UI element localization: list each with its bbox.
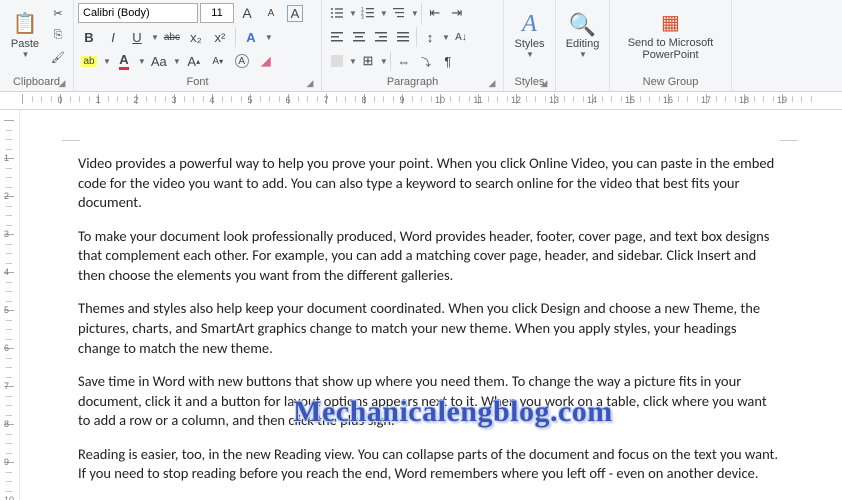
justify-button[interactable] — [392, 26, 414, 48]
shrink-font2[interactable]: A▾ — [207, 50, 229, 72]
group-editing: 🔍 Editing ▼ — [556, 0, 610, 91]
copy-button[interactable]: ⎘ — [48, 26, 68, 44]
boxed-a-icon: A — [287, 5, 304, 22]
font-size-combo[interactable] — [200, 3, 234, 23]
numbering-button[interactable]: 123 — [357, 2, 379, 24]
document-area: 1234567891011 Video provides a powerful … — [0, 110, 842, 500]
show-marks-button[interactable]: ¶ — [437, 50, 459, 72]
group-font: A A A B I U▼ abc x₂ x² A▼ ab▼ A▼ — [74, 0, 322, 91]
shrink-font-button[interactable]: A — [260, 2, 282, 24]
text-direction-button[interactable]: ⤵ — [415, 50, 437, 72]
find-icon: 🔍 — [569, 12, 596, 38]
group-paragraph: ▼ 123▼ ▼ ⇤ ⇥ ↕▼ A↓ ▼ — [322, 0, 504, 91]
group-newgroup: ▦ Send to Microsoft PowerPoint New Group — [610, 0, 732, 91]
align-right-button[interactable] — [370, 26, 392, 48]
font-group-label: Font — [186, 76, 208, 88]
styles-button[interactable]: A Styles ▼ — [509, 2, 551, 68]
copy-icon: ⎘ — [54, 29, 63, 42]
editing-label: Editing — [566, 38, 600, 50]
bold-button[interactable]: B — [78, 26, 100, 48]
subscript-button[interactable]: x₂ — [185, 26, 207, 48]
clipboard-launcher[interactable]: ◢ — [57, 78, 67, 88]
sort-button[interactable]: A↓ — [450, 26, 472, 48]
grow-font-button[interactable]: A — [236, 2, 258, 24]
clipboard-group-label: Clipboard — [13, 76, 60, 88]
align-left-button[interactable] — [326, 26, 348, 48]
distribute-button[interactable]: ⇔ — [393, 50, 415, 72]
format-painter-button[interactable]: 🖌 — [48, 48, 68, 66]
highlight-button[interactable]: ab — [78, 50, 100, 72]
editing-button[interactable]: 🔍 Editing ▼ — [560, 2, 606, 68]
bullets-button[interactable] — [326, 2, 348, 24]
horizontal-ruler[interactable]: 012345678910111213141516171819 — [0, 92, 842, 110]
powerpoint-icon: ▦ — [661, 10, 680, 35]
styles-label: Styles — [515, 38, 545, 50]
paste-button[interactable]: 📋 Paste ▼ — [4, 2, 46, 68]
paragraph-1[interactable]: Video provides a powerful way to help yo… — [78, 154, 782, 213]
superscript-button[interactable]: x² — [209, 26, 231, 48]
multilevel-list-button[interactable] — [388, 2, 410, 24]
chevron-down-icon: ▼ — [22, 50, 30, 59]
line-spacing-button[interactable]: ↕ — [419, 26, 441, 48]
paragraph-4[interactable]: Save time in Word with new buttons that … — [78, 372, 782, 431]
underline-button[interactable]: U — [126, 26, 148, 48]
decrease-indent-button[interactable]: ⇤ — [424, 2, 446, 24]
italic-button[interactable]: I — [102, 26, 124, 48]
brush-icon: 🖌 — [51, 51, 65, 64]
eraser-icon: ◢ — [261, 53, 271, 69]
document-content[interactable]: Video provides a powerful way to help yo… — [60, 110, 800, 484]
grow-font2[interactable]: A▴ — [183, 50, 205, 72]
styles-icon: A — [522, 11, 537, 38]
cut-button[interactable]: ✂ — [48, 4, 68, 22]
increase-indent-button[interactable]: ⇥ — [446, 2, 468, 24]
font-launcher[interactable]: ◢ — [305, 78, 315, 88]
paragraph-launcher[interactable]: ◢ — [487, 78, 497, 88]
scissors-icon: ✂ — [53, 7, 62, 20]
font-color-button[interactable]: A — [113, 50, 135, 72]
align-center-button[interactable] — [348, 26, 370, 48]
circled-a-button[interactable]: A — [231, 50, 253, 72]
svg-text:3: 3 — [361, 15, 364, 20]
paragraph-2[interactable]: To make your document look professionall… — [78, 227, 782, 286]
page: Video provides a powerful way to help yo… — [60, 110, 800, 498]
change-case-dropdown[interactable]: Aa — [148, 50, 170, 72]
font-color-icon: A — [119, 52, 128, 70]
newgroup-label: New Group — [643, 76, 699, 88]
paste-label: Paste — [11, 38, 39, 50]
styles-launcher[interactable]: ◢ — [539, 78, 549, 88]
borders-button[interactable]: ⊞ — [357, 50, 379, 72]
send-to-powerpoint-button[interactable]: ▦ Send to Microsoft PowerPoint — [616, 2, 726, 68]
text-effects-button[interactable]: A — [240, 26, 262, 48]
group-styles: A Styles ▼ Styles ◢ — [504, 0, 556, 91]
strikethrough-button[interactable]: abc — [161, 26, 183, 48]
ribbon: 📋 Paste ▼ ✂ ⎘ 🖌 Clipboard ◢ A A — [0, 0, 842, 92]
vertical-ruler[interactable]: 1234567891011 — [0, 110, 20, 500]
ppt-label-1: Send to Microsoft — [628, 37, 714, 49]
highlight-icon: ab — [81, 56, 96, 67]
ppt-label-2: PowerPoint — [642, 49, 698, 61]
paragraph-group-label: Paragraph — [387, 76, 438, 88]
font-name-combo[interactable] — [78, 3, 198, 23]
group-clipboard: 📋 Paste ▼ ✂ ⎘ 🖌 Clipboard ◢ — [0, 0, 74, 91]
clear-formatting-button[interactable]: ◢ — [255, 50, 277, 72]
shading-button[interactable] — [326, 50, 348, 72]
paste-icon: 📋 — [13, 11, 38, 36]
change-case-button[interactable]: A — [284, 2, 306, 24]
paragraph-5[interactable]: Reading is easier, too, in the new Readi… — [78, 445, 782, 484]
paragraph-3[interactable]: Themes and styles also help keep your do… — [78, 299, 782, 358]
